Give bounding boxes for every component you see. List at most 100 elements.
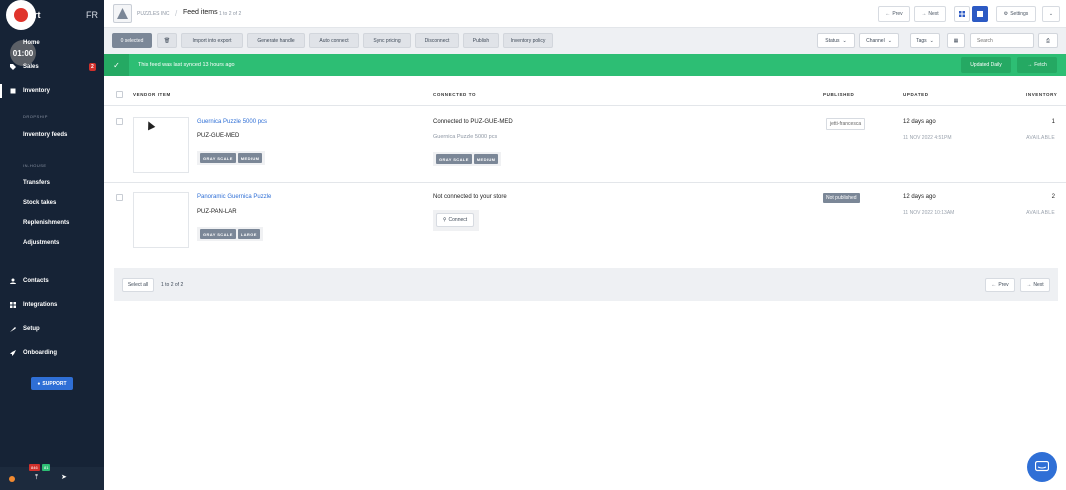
sidebar-item-integrations[interactable]: Integrations xyxy=(0,298,104,312)
sidebar-item-label: Onboarding xyxy=(23,350,57,356)
connection-status: Connected to PUZ-GUE-MED xyxy=(433,119,513,125)
inventory-label: AVAILABLE xyxy=(1026,210,1055,216)
send-icon[interactable]: ➤ xyxy=(61,473,67,481)
table-row[interactable]: Panoramic Guernica Puzzle PUZ-PAN-LAR GR… xyxy=(104,184,1066,260)
product-link[interactable]: Panoramic Guernica Puzzle xyxy=(197,194,271,200)
check-icon: ✓ xyxy=(104,54,129,76)
tag: MEDIUM xyxy=(473,154,499,164)
company-logo xyxy=(113,4,132,23)
next-label: Next xyxy=(928,11,939,17)
action-toolbar: 0 selected 🗑 Import into export Generate… xyxy=(104,28,1066,54)
tag: GRAY SCALE xyxy=(436,154,472,164)
connected-product: Guernica Puzzle 5000 pcs xyxy=(433,134,498,140)
search-icon: ⚲ xyxy=(442,217,447,223)
inventory-count: 1 xyxy=(1051,119,1055,125)
import-into-export-button[interactable]: Import into export xyxy=(181,33,243,48)
inventory-policy-button[interactable]: Inventory policy xyxy=(503,33,553,48)
support-label: SUPPORT xyxy=(42,380,67,387)
product-link[interactable]: Guernica Puzzle 5000 pcs xyxy=(197,119,267,125)
sidebar-item-label: Contacts xyxy=(23,278,49,284)
fetch-label: Fetch xyxy=(1034,62,1047,68)
arrow-right-icon: → xyxy=(921,11,927,17)
tags-filter[interactable]: Tags ⌄ xyxy=(910,33,940,48)
sidebar-item-stock-takes[interactable]: Stock takes xyxy=(23,200,56,206)
row-checkbox[interactable] xyxy=(116,118,123,125)
arrow-right-icon: → xyxy=(1026,282,1032,288)
fetch-button[interactable]: → Fetch xyxy=(1017,57,1057,73)
sidebar-item-label: Sales xyxy=(23,64,39,70)
prev-button[interactable]: ← Prev xyxy=(878,6,910,22)
sidebar-item-adjustments[interactable]: Adjustments xyxy=(23,240,59,246)
sidebar-item-inventory-feeds[interactable]: Inventory feeds xyxy=(23,132,67,138)
updated-daily-button[interactable]: Updated Daily xyxy=(961,57,1011,73)
chat-icon xyxy=(1035,461,1049,472)
published-channel[interactable]: jetti-francesca xyxy=(826,118,866,130)
delete-button[interactable]: 🗑 xyxy=(157,33,177,48)
sidebar-item-onboarding[interactable]: Onboarding xyxy=(0,346,104,360)
column-inventory[interactable]: INVENTORY xyxy=(1026,92,1057,97)
sidebar: rt FR 01:00 Home Sales 2 Inventory DROPS… xyxy=(0,0,104,490)
column-connected-to[interactable]: CONNECTED TO xyxy=(433,92,476,97)
dropship-heading: DROPSHIP xyxy=(23,114,48,119)
grid-view-button[interactable] xyxy=(954,6,970,22)
sidebar-item-label: Setup xyxy=(23,326,40,332)
next-button[interactable]: → Next xyxy=(914,6,946,22)
wrench-icon xyxy=(10,326,16,332)
select-all-button[interactable]: Select all xyxy=(122,278,154,292)
chevron-down-icon: ⌄ xyxy=(929,37,934,44)
footer-prev-button[interactable]: ← Prev xyxy=(985,278,1015,292)
sidebar-item-setup[interactable]: Setup xyxy=(0,322,104,336)
prev-label: Prev xyxy=(892,11,903,17)
date-filter-button[interactable]: ▦ xyxy=(947,33,965,48)
sidebar-item-sales[interactable]: Sales 2 xyxy=(0,60,104,74)
search-input[interactable] xyxy=(970,33,1034,48)
next-label: Next xyxy=(1033,282,1044,288)
disconnect-button[interactable]: Disconnect xyxy=(415,33,459,48)
select-all-checkbox[interactable] xyxy=(116,91,123,98)
sidebar-footer: 846 81 ⤒ ➤ xyxy=(0,464,104,490)
tag: GRAY SCALE xyxy=(200,229,236,239)
sidebar-item-replenishments[interactable]: Replenishments xyxy=(23,220,69,226)
list-view-icon xyxy=(977,11,983,17)
product-thumbnail xyxy=(133,117,189,173)
sidebar-item-transfers[interactable]: Transfers xyxy=(23,180,50,186)
publish-button[interactable]: Publish xyxy=(463,33,499,48)
status-filter[interactable]: Status ⌄ xyxy=(817,33,855,48)
row-checkbox[interactable] xyxy=(116,194,123,201)
connection-status: Not connected to your store xyxy=(433,194,507,200)
gear-icon: ⚙ xyxy=(1003,11,1009,17)
person-icon xyxy=(10,278,16,284)
sidebar-item-contacts[interactable]: Contacts xyxy=(0,274,104,288)
footer-next-button[interactable]: → Next xyxy=(1020,278,1050,292)
connect-label: Connect xyxy=(448,217,468,223)
table-header: VENDOR ITEM CONNECTED TO PUBLISHED UPDAT… xyxy=(104,84,1066,106)
auto-connect-button[interactable]: Auto connect xyxy=(309,33,359,48)
language-toggle[interactable]: FR xyxy=(86,10,98,20)
box-icon xyxy=(10,88,16,94)
arrow-left-icon: ← xyxy=(991,282,997,288)
published-status: Not published xyxy=(823,193,860,203)
footer-count: 1 to 2 of 2 xyxy=(161,282,184,288)
printer-icon: ⎙ xyxy=(1045,37,1050,44)
settings-button[interactable]: ⚙ Settings xyxy=(996,6,1036,22)
chat-launcher[interactable] xyxy=(1027,452,1057,482)
generate-handle-button[interactable]: Generate handle xyxy=(247,33,305,48)
rocket-icon xyxy=(10,350,16,356)
sidebar-item-inventory[interactable]: Inventory xyxy=(0,84,104,98)
more-dropdown[interactable]: ⌄ xyxy=(1042,6,1060,22)
sync-pricing-button[interactable]: Sync pricing xyxy=(363,33,411,48)
list-view-button[interactable] xyxy=(972,6,988,22)
column-published[interactable]: PUBLISHED xyxy=(823,92,854,97)
table-row[interactable]: Guernica Puzzle 5000 pcs PUZ-GUE-MED GRA… xyxy=(104,107,1066,183)
print-button[interactable]: ⎙ xyxy=(1038,33,1058,48)
support-button[interactable]: ● SUPPORT xyxy=(31,377,73,390)
selected-count-button[interactable]: 0 selected xyxy=(112,33,152,48)
channel-filter[interactable]: Channel ⌄ xyxy=(859,33,899,48)
sidebar-item-home[interactable]: Home xyxy=(0,36,104,50)
record-button[interactable] xyxy=(6,0,36,30)
connect-button[interactable]: ⚲ Connect xyxy=(436,213,474,227)
column-vendor-item[interactable]: VENDOR ITEM xyxy=(133,92,171,97)
arrow-left-icon: ← xyxy=(885,11,891,17)
column-updated[interactable]: UPDATED xyxy=(903,92,929,97)
upload-icon[interactable]: ⤒ xyxy=(35,474,38,482)
